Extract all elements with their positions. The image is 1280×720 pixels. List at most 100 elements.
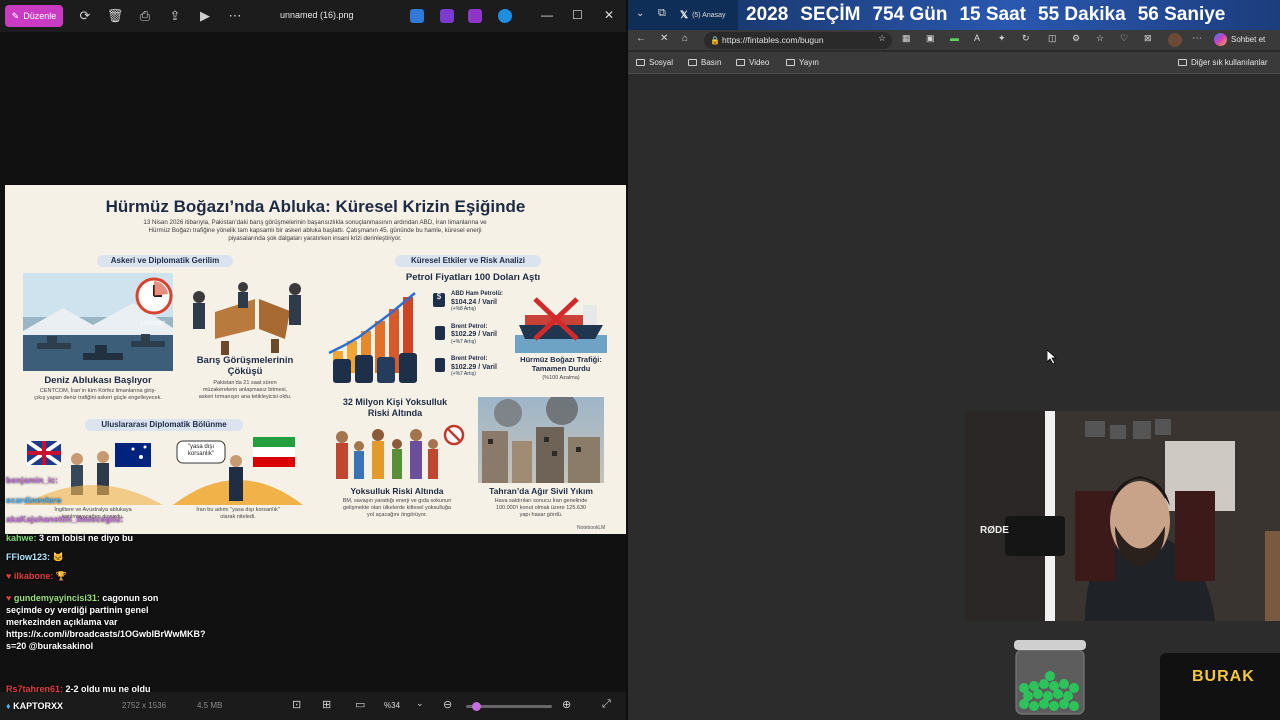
text-line: "yasa dışı: [187, 444, 215, 450]
tab-x[interactable]: 𝕏 (5) Anasay: [680, 5, 738, 25]
chat-username: benjamin_ic:: [6, 475, 58, 485]
rotate-icon[interactable]: ⟳: [71, 2, 99, 30]
back-icon[interactable]: ←: [636, 33, 646, 44]
zoom-level[interactable]: %34: [384, 701, 400, 710]
webcam-overlay: RØDE: [965, 411, 1280, 621]
extension-icon[interactable]: ✦: [998, 33, 1006, 44]
chat-message: ecardinevlero: [6, 494, 61, 506]
chat-username: ilkabone:: [13, 571, 54, 581]
split-screen-icon[interactable]: ◫: [1048, 33, 1057, 44]
streamer-logo-panel: [1160, 653, 1280, 720]
home-icon[interactable]: ⌂: [682, 33, 688, 44]
chevron-down-icon[interactable]: ⌄: [416, 698, 424, 709]
x-logo-icon: 𝕏: [680, 9, 689, 21]
zoom-in-icon[interactable]: ⊕: [562, 698, 571, 711]
zoom-out-icon[interactable]: ⊖: [443, 698, 452, 711]
favorite-star-icon[interactable]: ☆: [878, 33, 886, 44]
file-size: 4.5 MB: [197, 701, 223, 710]
oil-item-3: Brent Petrol: $102.29 / Varil (+%7 Artış…: [433, 356, 503, 379]
tab-list-icon[interactable]: ⌄: [636, 8, 644, 19]
text-line: Pakistan’da 21 saat süren: [213, 380, 277, 386]
blockade-text: CENTCOM, İran’ın tüm Körfez limanlarına …: [23, 388, 173, 402]
bookmark-label: Video: [749, 58, 770, 67]
bookmark-label: Basın: [701, 58, 722, 67]
print-icon[interactable]: ⎙: [131, 2, 159, 30]
tanker-stopped-illustration: [515, 297, 607, 353]
chat-username: ecardinevlero: [6, 495, 62, 505]
zoom-slider[interactable]: [466, 702, 552, 711]
talks-title: Barış Görüşmelerinin Çöküşü: [185, 355, 305, 377]
bookmark-label: Yayın: [799, 58, 819, 67]
fullscreen-icon[interactable]: ⤢: [602, 698, 611, 711]
oil-price: $102.29 / Varil: [451, 363, 497, 371]
actual-size-icon[interactable]: ⊞: [322, 698, 331, 711]
more-icon[interactable]: ⋯: [221, 2, 249, 30]
text-line: gelişmekte olan ülkelerde kitlesel yoksu…: [343, 504, 451, 511]
folder-icon: [736, 59, 745, 66]
buildings-graphic: [482, 397, 600, 483]
text-line: Riski Altında: [367, 408, 423, 418]
chat-username: KAPTORXX: [13, 701, 63, 711]
text-line: İran bu adımı "yasa dışı korsanlık": [196, 507, 280, 513]
chat-message: akaKajuhanettin_ilmiecegilu:: [6, 513, 123, 525]
refresh-icon[interactable]: ↻: [1022, 33, 1030, 44]
infographic-title: Hürmüz Boğazı’nda Abluka: Küresel Krizin…: [105, 197, 526, 216]
maximize-button[interactable]: ☐: [572, 8, 583, 22]
clock-time: 14:00 GMT: [140, 321, 166, 327]
destroyed-city-illustration: [478, 397, 604, 483]
close-button[interactable]: ✕: [604, 8, 614, 22]
zoom-slider-thumb[interactable]: [472, 702, 481, 711]
text-line: Hürmüz Boğazı Trafiği:: [520, 355, 602, 364]
app-icon-clipchamp[interactable]: [410, 9, 424, 23]
donation-jar-graphic: [1014, 640, 1086, 715]
chat-message: kahwe: 3 cm lobisi ne diyo bu: [6, 532, 133, 544]
profile-avatar[interactable]: [1168, 33, 1182, 47]
extension-icon[interactable]: ▣: [926, 33, 935, 44]
delete-icon[interactable]: 🗑: [101, 2, 129, 30]
image-viewer-window: ✎ Düzenle ⟳ 🗑 ⎙ ⇪ ▶ ⋯ unnamed (16).png —…: [0, 0, 626, 720]
other-bookmarks-folder[interactable]: Diğer sık kullanılanlar: [1178, 58, 1267, 67]
extension-icon[interactable]: ▦: [902, 33, 911, 44]
diplo-right-text: İran bu adımı "yasa dışı korsanlık" olar…: [173, 507, 303, 521]
extensions-puzzle-icon[interactable]: ⚙: [1072, 33, 1080, 44]
page-content-loading[interactable]: [628, 75, 1280, 720]
bookmark-folder-video[interactable]: Video: [736, 58, 769, 67]
dollar-icon: $: [433, 293, 445, 307]
fit-icon[interactable]: ⊡: [292, 698, 301, 711]
bookmark-folder-yayin[interactable]: Yayın: [786, 58, 819, 67]
share-icon[interactable]: ⇪: [161, 2, 189, 30]
extension-icon[interactable]: ▬: [950, 33, 959, 43]
emote-icon: 🏆: [55, 571, 68, 581]
workspaces-icon[interactable]: ⧉: [658, 7, 666, 20]
folder-icon: [636, 59, 645, 66]
oil-item-1: $ ABD Ham Petrolü: $104.24 / Varil (+%8 …: [433, 291, 503, 314]
bookmark-folder-sosyal[interactable]: Sosyal: [636, 58, 673, 67]
slideshow-icon[interactable]: ▶: [191, 2, 219, 30]
oil-price: $102.29 / Varil: [451, 331, 497, 338]
app-icon-onedrive[interactable]: [498, 9, 512, 23]
more-icon[interactable]: ⋯: [1192, 33, 1202, 44]
chat-username: akaKajuhanettin_ilmiecegilu:: [6, 514, 124, 524]
url-input[interactable]: 🔒 https://fintables.com/bugun: [704, 32, 892, 49]
bookmarks-bar: Sosyal Basın Video Yayın Diğer sık kulla…: [628, 52, 1280, 74]
translate-icon[interactable]: A: [974, 33, 980, 43]
text-line: yapı hasar gördü.: [519, 511, 563, 518]
browser-essentials-icon[interactable]: ♡: [1120, 33, 1128, 44]
bookmark-folder-basin[interactable]: Basın: [688, 58, 721, 67]
edit-button[interactable]: ✎ Düzenle: [5, 5, 63, 27]
copilot-chat-button[interactable]: Sohbet et: [1214, 33, 1265, 46]
app-icon-designer[interactable]: [440, 9, 454, 23]
emote-icon: 🐱: [52, 552, 64, 562]
civil-text: Hava saldırıları sonucu İran genelinde 1…: [473, 498, 609, 518]
minimize-button[interactable]: —: [541, 8, 553, 22]
stop-loading-icon[interactable]: ✕: [660, 33, 668, 44]
folder-icon: [688, 59, 697, 66]
bookmark-label: Sosyal: [649, 58, 674, 67]
oil-price-chart-illustration: [328, 292, 417, 383]
collections-icon[interactable]: ⊠: [1144, 33, 1152, 44]
countdown-year: 2028: [746, 4, 789, 25]
app-icon-photos-editor[interactable]: [468, 9, 482, 23]
text-line: olarak niteledi.: [220, 513, 256, 520]
filmstrip-icon[interactable]: ▭: [355, 698, 365, 711]
favorites-icon[interactable]: ☆: [1096, 33, 1104, 44]
